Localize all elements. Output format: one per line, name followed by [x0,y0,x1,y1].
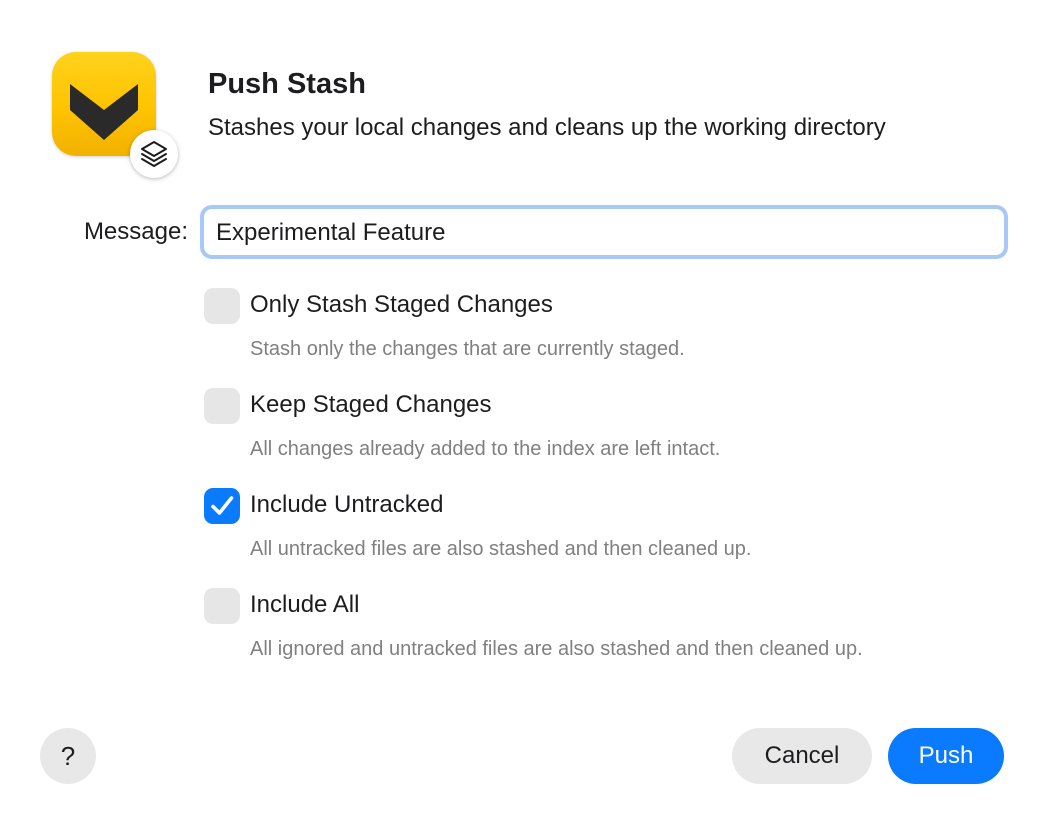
include-all-checkbox[interactable] [204,588,240,624]
option-description: All ignored and untracked files are also… [250,638,863,660]
option-label: Include All [250,591,360,618]
option-description: All changes already added to the index a… [250,438,721,460]
include-untracked-checkbox[interactable] [204,488,240,524]
option-keep-staged[interactable]: Keep Staged Changes All changes already … [204,388,1004,478]
option-label: Only Stash Staged Changes [250,291,553,318]
only-stash-staged-checkbox[interactable] [204,288,240,324]
cancel-button[interactable]: Cancel [732,728,872,784]
option-label: Include Untracked [250,491,444,518]
option-label: Keep Staged Changes [250,391,492,418]
help-button[interactable]: ? [40,728,96,784]
option-only-stash-staged[interactable]: Only Stash Staged Changes Stash only the… [204,288,1004,378]
checkmark-icon [211,496,234,515]
layers-icon [130,130,178,178]
option-description: Stash only the changes that are currentl… [250,338,685,360]
push-stash-dialog: Push Stash Stashes your local changes an… [0,0,1044,824]
option-description: All untracked files are also stashed and… [250,538,752,560]
message-label: Message: [83,218,188,245]
dialog-title: Push Stash [208,68,366,100]
message-field[interactable] [200,205,1008,259]
message-input[interactable] [216,218,986,248]
option-include-untracked[interactable]: Include Untracked All untracked files ar… [204,488,1004,578]
dialog-subtitle: Stashes your local changes and cleans up… [208,114,886,141]
option-include-all[interactable]: Include All All ignored and untracked fi… [204,588,1004,678]
keep-staged-checkbox[interactable] [204,388,240,424]
push-button[interactable]: Push [888,728,1004,784]
